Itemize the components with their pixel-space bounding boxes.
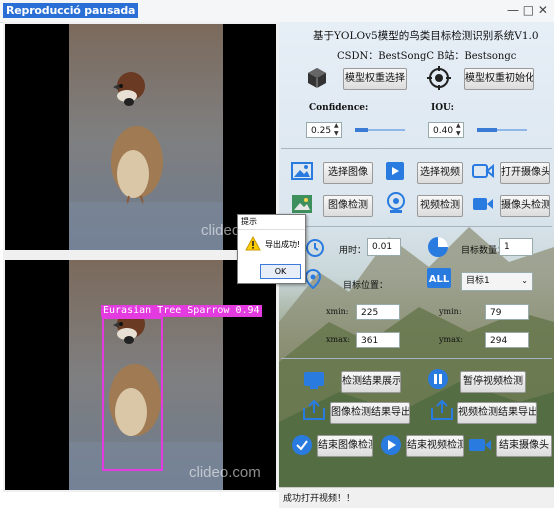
image-detect-icon	[292, 195, 312, 213]
select-image-button[interactable]: 选择图像	[323, 162, 373, 184]
image-icon	[291, 162, 313, 180]
ok-button[interactable]: OK	[260, 264, 301, 279]
cube-icon	[308, 68, 326, 88]
section-divider	[281, 226, 552, 227]
clock-icon	[306, 239, 324, 257]
iou-spin-arrows[interactable]: ▲ ▼	[456, 122, 464, 138]
ymin-field[interactable]: 79	[485, 304, 529, 320]
section-divider	[281, 148, 552, 149]
iou-slider[interactable]	[477, 128, 527, 132]
time-field[interactable]: 0.01	[367, 238, 401, 256]
detection-label: Eurasian Tree Sparrow 0.94	[101, 305, 262, 317]
video-detect-button[interactable]: 视频检测	[417, 195, 463, 217]
dialog-titlebar: 提示	[238, 215, 305, 230]
init-weights-button[interactable]: 模型权重初始化	[464, 68, 534, 90]
detection-video-view: Eurasian Tree Sparrow 0.94 clideo.com	[5, 260, 276, 490]
pause-video-detect-button[interactable]: 暂停视频检测	[460, 371, 526, 393]
pie-chart-icon	[428, 237, 448, 257]
section-divider	[281, 358, 552, 359]
export-video-icon	[431, 400, 453, 420]
display-results-icon	[304, 372, 324, 389]
confidence-slider[interactable]	[355, 128, 405, 132]
status-text: 成功打开视频！！	[283, 494, 356, 504]
confidence-spin-arrows[interactable]: ▲ ▼	[334, 122, 342, 138]
message-dialog: 提示 导出成功! OK	[237, 214, 306, 284]
image-detect-button[interactable]: 图像检测	[323, 195, 373, 217]
camera-detect-button[interactable]: 摄像头检测	[500, 195, 550, 217]
app-title: 基于YOLOv5模型的鸟类目标检测识别系统V1.0	[313, 30, 539, 42]
end-video-icon	[381, 435, 401, 455]
xmin-label: xmin:	[326, 307, 349, 316]
xmax-label: xmax:	[326, 335, 351, 344]
window-controls[interactable]: — □ ✕	[507, 3, 548, 17]
original-frame-image	[69, 24, 223, 250]
ymax-label: ymax:	[439, 335, 464, 344]
watermark-text: clideo.com	[189, 464, 261, 481]
end-camera-icon	[469, 439, 491, 451]
open-camera-button[interactable]: 打开摄像头	[500, 162, 550, 184]
select-video-button[interactable]: 选择视频	[417, 162, 463, 184]
end-video-detect-button[interactable]: 结束视频检测	[406, 435, 464, 457]
dialog-title: 提示	[241, 217, 257, 226]
dialog-message: 导出成功!	[265, 240, 301, 249]
original-video-view: clideo.com	[5, 24, 276, 250]
all-targets-icon: ALL	[427, 268, 451, 288]
csdn-label: CSDN：BestSongC	[337, 51, 435, 62]
detection-bounding-box	[102, 317, 163, 471]
video-file-icon	[386, 162, 404, 180]
webcam-icon	[387, 192, 405, 213]
time-label: 用时：	[339, 246, 367, 256]
ymin-label: ymin:	[439, 307, 462, 316]
warning-icon	[245, 236, 261, 251]
status-bar: 成功打开视频！！	[279, 487, 554, 508]
target-icon	[427, 66, 451, 90]
iou-label: IOU:	[431, 103, 454, 113]
end-image-detect-button[interactable]: 结束图像检测	[317, 435, 373, 457]
xmax-field[interactable]: 361	[356, 332, 400, 348]
window-titlebar: Reproducció pausada — □ ✕	[0, 0, 554, 23]
export-image-results-button[interactable]: 图像检测结果导出	[330, 402, 410, 424]
iou-slider-fill	[477, 128, 497, 132]
select-weights-button[interactable]: 模型权重选择	[343, 68, 407, 90]
target-select-value: 目标1	[466, 276, 490, 286]
end-camera-button[interactable]: 结束摄像头	[496, 435, 552, 457]
target-position-label: 目标位置：	[343, 281, 389, 291]
location-pin-icon	[305, 269, 321, 289]
control-panel: 基于YOLOv5模型的鸟类目标检测识别系统V1.0 CSDN：BestSongC…	[279, 22, 554, 487]
target-count-field[interactable]: 1	[499, 238, 533, 256]
ymax-field[interactable]: 294	[485, 332, 529, 348]
video-camera-icon	[473, 198, 493, 210]
camera-icon	[472, 163, 494, 179]
export-video-results-button[interactable]: 视频检测结果导出	[457, 402, 537, 424]
svg-text:ALL: ALL	[429, 274, 450, 285]
show-results-button[interactable]: 检测结果展示	[341, 371, 401, 393]
confidence-slider-fill	[355, 128, 368, 132]
end-image-icon	[292, 435, 312, 455]
bilibili-label: B站：Bestsongc	[437, 51, 517, 62]
export-image-icon	[303, 400, 325, 420]
playback-paused-overlay: Reproducció pausada	[3, 3, 139, 18]
pause-icon	[428, 369, 448, 389]
target-select[interactable]: 目标1 ⌄	[461, 272, 533, 291]
chevron-down-icon: ⌄	[521, 276, 528, 285]
xmin-field[interactable]: 225	[356, 304, 400, 320]
confidence-label: Confidence:	[309, 103, 369, 113]
